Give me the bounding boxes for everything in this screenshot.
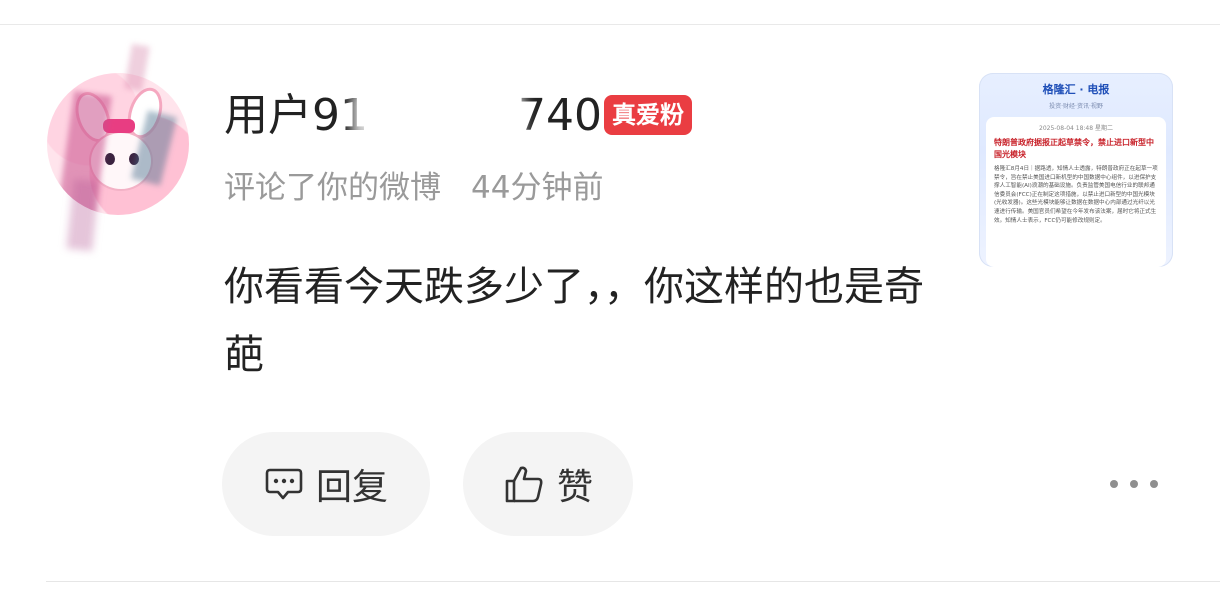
like-label: 赞 xyxy=(556,467,593,508)
thumbnail-body: 格隆汇8月4日｜据路透，知情人士透露，特朗普政府正在起草一项禁令，旨在禁止美国进… xyxy=(994,166,1158,224)
reply-button[interactable]: 回复 xyxy=(222,432,430,536)
fan-badge[interactable]: 真爱粉 xyxy=(604,95,692,135)
username-suffix: 740 xyxy=(518,90,602,141)
top-divider xyxy=(0,24,1220,25)
like-button[interactable]: 赞 xyxy=(463,432,633,536)
username-redaction xyxy=(352,92,524,140)
thumbnail-brand-sub: 投资·财经·资讯·视野 xyxy=(1049,103,1103,110)
thumbs-up-icon xyxy=(505,466,543,503)
reply-label: 回复 xyxy=(315,467,388,508)
thumbnail-date: 2025-08-04 18:48 星期二 xyxy=(1039,125,1113,132)
thumbnail-card: 2025-08-04 18:48 星期二 特朗普政府据报正起草禁令，禁止进口新型… xyxy=(986,117,1166,267)
more-dot xyxy=(1130,480,1138,488)
avatar[interactable] xyxy=(47,73,189,215)
avatar-eye-left xyxy=(105,153,115,165)
comment-meta: 评论了你的微博 44分钟前 xyxy=(224,166,603,210)
more-dot xyxy=(1150,480,1158,488)
comment-bubble-icon xyxy=(265,468,303,500)
comment-text: 你看看今天跌多少了，，你这样的也是奇葩 xyxy=(224,264,924,378)
comment-time: 44分钟前 xyxy=(471,170,604,206)
weibo-thumbnail[interactable]: 格隆汇 · 电报 投资·财经·资讯·视野 2025-08-04 18:48 星期… xyxy=(979,73,1173,267)
more-dot xyxy=(1110,480,1118,488)
thumbnail-headline: 特朗普政府据报正起草禁令，禁止进口新型中国光模块 xyxy=(994,138,1154,159)
comment-action: 评论了你的微博 xyxy=(224,170,441,206)
more-options-icon[interactable] xyxy=(1110,474,1158,494)
bottom-divider xyxy=(46,581,1220,582)
thumbnail-brand: 格隆汇 · 电报 xyxy=(1042,83,1110,96)
username-prefix: 用户91 xyxy=(224,90,368,141)
